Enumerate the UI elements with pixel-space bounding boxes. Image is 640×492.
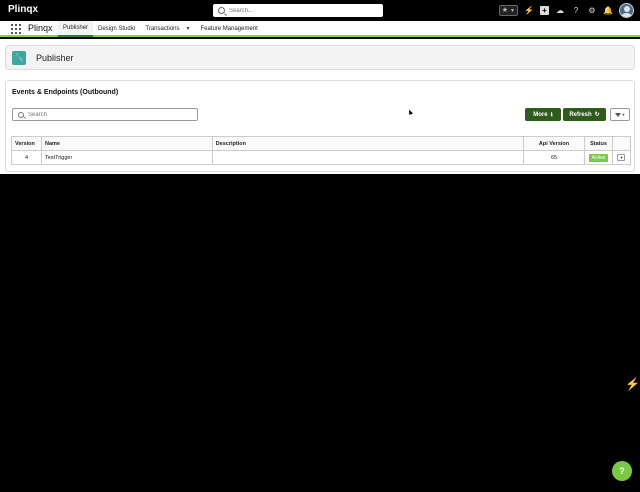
- help-icon[interactable]: ?: [571, 6, 581, 16]
- chevron-down-icon: ▼: [621, 112, 626, 117]
- refresh-icon: ↻: [594, 112, 600, 118]
- cell-api-version: 65: [523, 150, 585, 165]
- column-header-status[interactable]: Status: [583, 136, 613, 151]
- trailhead-icon[interactable]: ☁: [555, 6, 565, 16]
- chevron-down-icon[interactable]: ▼: [186, 21, 191, 37]
- wrench-icon: 🔧: [12, 51, 26, 65]
- tab-label: Design Studio: [98, 26, 136, 32]
- global-search-input[interactable]: [229, 7, 369, 14]
- cell-version: 4: [11, 150, 42, 165]
- app-name: Plinqx: [28, 23, 53, 33]
- nav-tabs: Publisher Design Studio Transactions ▼ Fe…: [58, 21, 263, 37]
- column-header-api-version[interactable]: Api Version: [523, 136, 585, 151]
- more-button[interactable]: More ⭳: [525, 108, 561, 121]
- list-search-box[interactable]: [12, 108, 198, 121]
- refresh-button-label: Refresh: [569, 111, 592, 118]
- add-icon[interactable]: +: [540, 6, 549, 15]
- table-header-row: Version Name Description Api Version Sta…: [11, 136, 632, 151]
- bolt-icon[interactable]: ⚡: [524, 6, 534, 16]
- table-row[interactable]: 4 TestTrigger 65 Active ▼: [11, 150, 632, 165]
- brand-logo: Plinqx: [8, 4, 39, 15]
- bolt-icon[interactable]: ⚡: [625, 377, 640, 391]
- gear-icon[interactable]: ⚙: [587, 6, 597, 16]
- column-header-version[interactable]: Version: [11, 136, 42, 151]
- app-nav-bar: Plinqx Publisher Design Studio Transacti…: [0, 21, 640, 37]
- favorites-button[interactable]: ★ ▼: [498, 5, 518, 16]
- cell-description: [211, 150, 525, 165]
- search-icon: [18, 111, 24, 118]
- column-header-actions: [611, 136, 632, 151]
- tab-publisher[interactable]: Publisher: [58, 21, 94, 37]
- star-icon: ★: [501, 7, 509, 14]
- column-header-description[interactable]: Description: [211, 136, 525, 151]
- page-header: 🔧 Publisher: [5, 45, 635, 70]
- download-icon: ⭳: [550, 111, 553, 118]
- filter-icon: [614, 112, 621, 117]
- app-root: Plinqx ★ ▼ ⚡ + ☁ ? ⚙ 🔔 Plinqx Publis: [0, 0, 640, 492]
- cell-name[interactable]: TestTrigger: [40, 150, 213, 165]
- tab-feature-management[interactable]: Feature Management: [195, 21, 262, 37]
- app-launcher-icon[interactable]: [11, 24, 21, 34]
- events-table: Version Name Description Api Version Sta…: [11, 136, 632, 165]
- status-badge: Active: [588, 153, 609, 162]
- filter-button[interactable]: ▼: [610, 108, 630, 121]
- tab-label: Feature Management: [200, 26, 258, 32]
- cell-status: Active: [583, 150, 613, 165]
- tab-label: Transactions: [145, 26, 180, 32]
- cell-actions: ▼: [611, 150, 632, 165]
- global-search-box[interactable]: [213, 4, 383, 17]
- row-actions-dropdown[interactable]: ▼: [617, 154, 626, 161]
- events-endpoints-card: Events & Endpoints (Outbound) More ⭳ Ref…: [5, 80, 635, 172]
- chevron-down-icon: ▼: [510, 7, 515, 14]
- column-header-name[interactable]: Name: [40, 136, 213, 151]
- search-icon: [218, 7, 225, 14]
- list-search-input[interactable]: [28, 111, 188, 118]
- more-button-label: More: [533, 111, 548, 118]
- card-title: Events & Endpoints (Outbound): [12, 89, 119, 96]
- tab-label: Publisher: [63, 25, 89, 31]
- bell-icon[interactable]: 🔔: [603, 6, 613, 16]
- help-button[interactable]: ?: [612, 461, 632, 481]
- refresh-button[interactable]: Refresh ↻: [563, 108, 606, 121]
- tab-design-studio[interactable]: Design Studio: [93, 21, 140, 37]
- tab-transactions[interactable]: Transactions ▼: [140, 21, 195, 37]
- avatar[interactable]: [619, 3, 634, 18]
- page-title: Publisher: [36, 53, 74, 63]
- header-icons: ★ ▼ ⚡ + ☁ ? ⚙ 🔔: [498, 3, 634, 18]
- global-header: Plinqx ★ ▼ ⚡ + ☁ ? ⚙ 🔔: [0, 0, 640, 21]
